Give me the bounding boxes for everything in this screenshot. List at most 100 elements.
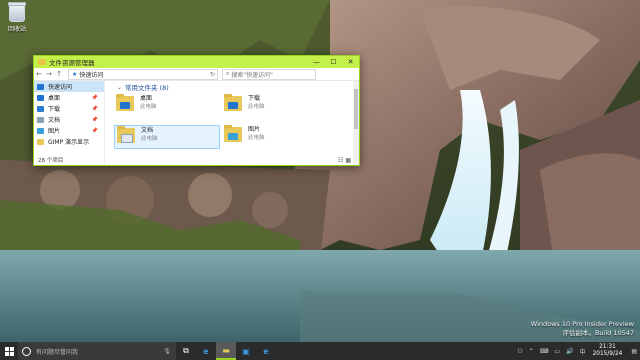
recycle-bin-icon bbox=[8, 2, 26, 22]
desktop-wallpaper bbox=[0, 0, 640, 360]
watermark-line2: 评估副本。Build 10547 bbox=[562, 329, 634, 337]
ie-button[interactable]: e bbox=[256, 342, 276, 360]
file-explorer-taskbar-button[interactable]: ▬ bbox=[216, 342, 236, 360]
search-icon: ⌕ bbox=[226, 70, 230, 77]
scrollbar-thumb[interactable] bbox=[354, 89, 358, 129]
volume-icon[interactable]: 🔊 bbox=[566, 348, 573, 355]
chevron-up-icon[interactable]: ⌃ bbox=[529, 348, 534, 355]
folder-icon: ▬ bbox=[222, 345, 230, 355]
download-folder-icon bbox=[224, 94, 242, 111]
status-bar-count: 28 个项目 bbox=[38, 158, 64, 164]
view-toggle-buttons[interactable]: ☷ ▦ bbox=[338, 157, 351, 164]
window-title: 文件资源管理器 bbox=[49, 59, 95, 67]
star-icon bbox=[37, 83, 44, 90]
address-path: 快速访问 bbox=[79, 71, 104, 79]
cortana-icon bbox=[22, 346, 31, 356]
task-view-button[interactable]: ⧉ bbox=[176, 342, 196, 360]
sidebar-item-pictures[interactable]: 图片 📌 bbox=[34, 125, 104, 136]
folder-icon bbox=[37, 138, 44, 145]
edge-button[interactable]: e bbox=[196, 342, 216, 360]
sidebar-item-downloads[interactable]: 下载 📌 bbox=[34, 103, 104, 114]
desktop-folder-icon bbox=[116, 94, 134, 111]
pin-icon: 📌 bbox=[91, 127, 98, 134]
keyboard-icon[interactable]: ⌨ bbox=[540, 348, 549, 355]
pin-icon: 📌 bbox=[91, 105, 98, 112]
sidebar-item-desktop[interactable]: 桌面 📌 bbox=[34, 92, 104, 103]
tile-documents[interactable]: 文档 此电脑 bbox=[114, 125, 220, 149]
sidebar-item-quick-access[interactable]: 快速访问 bbox=[34, 81, 104, 92]
watermark-line1: Windows 10 Pro Insider Preview bbox=[530, 320, 634, 328]
folder-icon bbox=[38, 59, 46, 65]
sidebar-item-gimp[interactable]: GIMP 演示显示 bbox=[34, 136, 104, 147]
document-folder-icon bbox=[117, 126, 135, 143]
sidebar-item-label: GIMP 演示显示 bbox=[48, 139, 90, 146]
tile-location: 此电脑 bbox=[140, 104, 157, 110]
section-title: 常用文件夹 (8) bbox=[125, 84, 169, 92]
maximize-button[interactable]: ☐ bbox=[325, 56, 342, 68]
cortana-search-box[interactable]: 有问题尽管问我 🎙 bbox=[18, 342, 176, 360]
sidebar-item-documents[interactable]: 文档 📌 bbox=[34, 114, 104, 125]
windows-logo-icon bbox=[4, 346, 14, 356]
clock-time: 21:31 bbox=[599, 344, 616, 350]
title-bar[interactable]: 文件资源管理器 — ☐ ✕ bbox=[34, 56, 359, 68]
tile-name: 文档 bbox=[141, 127, 154, 134]
tile-location: 此电脑 bbox=[141, 136, 158, 142]
clock[interactable]: 21:31 2015/9/24 bbox=[593, 344, 623, 358]
taskbar-search-placeholder: 有问题尽管问我 bbox=[36, 348, 79, 356]
tile-location: 此电脑 bbox=[248, 135, 265, 141]
minimize-button[interactable]: — bbox=[308, 56, 325, 68]
input-method-icon[interactable]: 中 bbox=[580, 347, 586, 356]
tile-pictures[interactable]: 图片 此电脑 bbox=[222, 125, 326, 147]
notifications-icon[interactable]: ▤ bbox=[631, 348, 637, 355]
folder-content: ⌄ 常用文件夹 (8) 桌面 此电脑 下载 此电脑 文档 此电脑 图片 此电脑 bbox=[114, 81, 350, 156]
picture-folder-icon bbox=[224, 125, 242, 142]
forward-button[interactable]: → bbox=[44, 70, 54, 78]
pin-icon: 📌 bbox=[91, 116, 98, 123]
picture-icon bbox=[37, 127, 44, 134]
close-button[interactable]: ✕ bbox=[342, 56, 359, 68]
people-icon[interactable]: ⚇ bbox=[517, 348, 522, 355]
sidebar-item-label: 桌面 bbox=[48, 95, 61, 102]
back-button[interactable]: ← bbox=[34, 70, 44, 78]
edge-icon: e bbox=[203, 346, 209, 356]
vertical-scrollbar[interactable] bbox=[353, 81, 359, 165]
sidebar-item-label: 文档 bbox=[48, 117, 61, 124]
sidebar-item-label: 快速访问 bbox=[48, 84, 73, 91]
desktop-folder-icon bbox=[37, 94, 44, 101]
tile-desktop[interactable]: 桌面 此电脑 bbox=[114, 94, 218, 116]
tile-name: 桌面 bbox=[140, 95, 153, 102]
up-button[interactable]: ↑ bbox=[54, 70, 64, 78]
file-explorer-window: 文件资源管理器 — ☐ ✕ ← → ↑ ★ 快速访问 ↻ ⌕ 搜索"快速访问" … bbox=[33, 55, 360, 166]
tile-name: 图片 bbox=[248, 126, 261, 133]
store-icon: ▣ bbox=[242, 346, 250, 356]
search-input[interactable]: ⌕ 搜索"快速访问" bbox=[222, 68, 316, 80]
recycle-bin-shortcut[interactable]: 回收站 bbox=[4, 2, 30, 33]
taskbar: 有问题尽管问我 🎙 ⧉ e ▬ ▣ e ⚇ ⌃ ⌨ ▭ 🔊 中 21:31 20… bbox=[0, 342, 640, 360]
navigation-pane: 快速访问 桌面 📌 下载 📌 文档 📌 图片 📌 GIMP 演示显示 bbox=[34, 81, 105, 165]
refresh-button[interactable]: ↻ bbox=[210, 71, 215, 78]
tile-location: 此电脑 bbox=[248, 104, 265, 110]
system-tray: ⚇ ⌃ ⌨ ▭ 🔊 中 21:31 2015/9/24 ▤ bbox=[514, 342, 640, 360]
tile-downloads[interactable]: 下载 此电脑 bbox=[222, 94, 326, 116]
search-placeholder: 搜索"快速访问" bbox=[231, 71, 273, 79]
pin-icon: 📌 bbox=[91, 94, 98, 101]
build-watermark: Windows 10 Pro Insider Preview 评估副本。Buil… bbox=[531, 320, 634, 338]
chevron-down-icon: ⌄ bbox=[117, 83, 123, 91]
network-icon[interactable]: ▭ bbox=[554, 348, 560, 355]
microphone-icon[interactable]: 🎙 bbox=[163, 348, 171, 355]
start-button[interactable] bbox=[0, 342, 18, 360]
sidebar-item-label: 图片 bbox=[48, 128, 61, 135]
internet-explorer-icon: e bbox=[263, 346, 269, 356]
document-icon bbox=[37, 116, 44, 123]
section-header[interactable]: ⌄ 常用文件夹 (8) bbox=[114, 81, 350, 93]
store-button[interactable]: ▣ bbox=[236, 342, 256, 360]
star-icon: ★ bbox=[72, 70, 78, 78]
tile-name: 下载 bbox=[248, 95, 261, 102]
download-icon bbox=[37, 105, 44, 112]
task-view-icon: ⧉ bbox=[183, 346, 189, 355]
address-bar[interactable]: ★ 快速访问 ↻ bbox=[68, 68, 218, 80]
sidebar-item-label: 下载 bbox=[48, 106, 61, 113]
clock-date: 2015/9/24 bbox=[592, 351, 623, 357]
recycle-bin-label: 回收站 bbox=[7, 26, 26, 33]
address-bar-row: ← → ↑ ★ 快速访问 ↻ ⌕ 搜索"快速访问" bbox=[34, 68, 359, 81]
